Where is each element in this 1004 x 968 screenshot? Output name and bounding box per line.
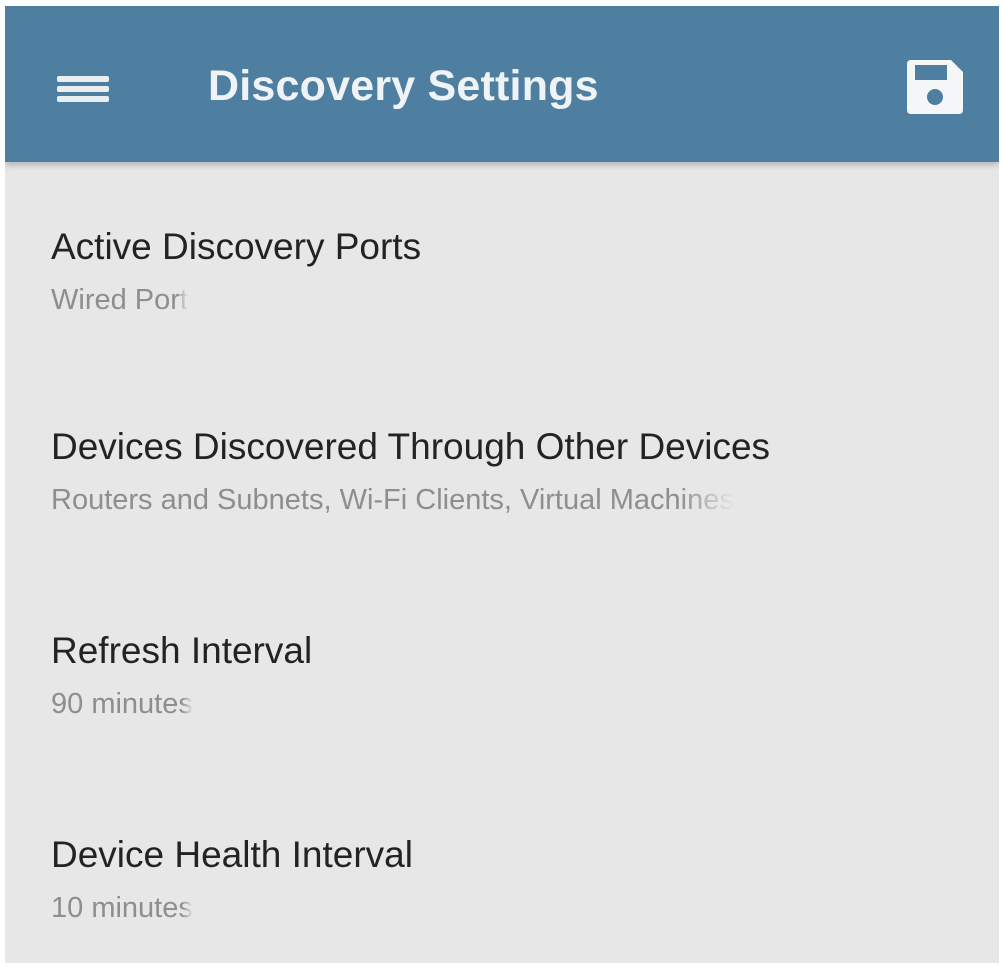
floppy-disk-icon <box>907 60 963 114</box>
setting-title: Active Discovery Ports <box>51 226 422 267</box>
page-title: Discovery Settings <box>208 62 599 110</box>
setting-title: Devices Discovered Through Other Devices <box>51 426 771 467</box>
menu-line <box>57 86 109 92</box>
app-bar: Discovery Settings <box>5 6 999 162</box>
setting-value: Wired Port <box>51 284 188 316</box>
setting-value: 10 minutes <box>51 892 193 924</box>
setting-devices-discovered-through-other-devices[interactable]: Devices Discovered Through Other Devices… <box>5 362 999 552</box>
hamburger-menu-icon[interactable] <box>53 64 113 108</box>
menu-line <box>57 96 109 102</box>
menu-line <box>57 76 109 82</box>
setting-refresh-interval[interactable]: Refresh Interval 90 minutes <box>5 566 999 756</box>
setting-device-health-interval[interactable]: Device Health Interval 10 minutes <box>5 770 999 960</box>
setting-title: Device Health Interval <box>51 834 413 875</box>
setting-value: 90 minutes <box>51 688 193 720</box>
save-icon[interactable] <box>903 56 967 116</box>
discovery-settings-screen: Discovery Settings Active Discovery Port… <box>5 6 999 963</box>
setting-title: Refresh Interval <box>51 630 313 671</box>
setting-active-discovery-ports[interactable]: Active Discovery Ports Wired Port <box>5 162 999 352</box>
setting-value: Routers and Subnets, Wi-Fi Clients, Virt… <box>51 484 734 516</box>
